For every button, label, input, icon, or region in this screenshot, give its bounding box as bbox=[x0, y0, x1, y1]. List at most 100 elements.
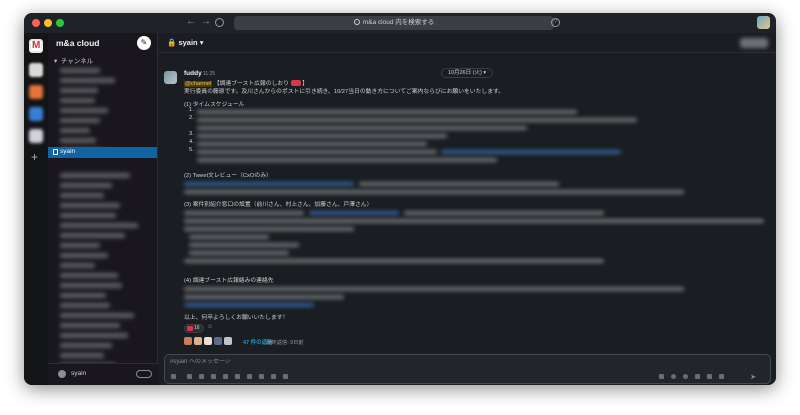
message-timestamp[interactable]: 11:25 bbox=[203, 71, 215, 77]
add-workspace-icon[interactable]: + bbox=[31, 150, 38, 164]
huddle-toggle[interactable] bbox=[136, 370, 152, 378]
channel-item[interactable] bbox=[60, 138, 96, 143]
section-heading: (4) 調達ブースト広報絡みの連絡先 bbox=[184, 278, 274, 284]
blurred-text bbox=[197, 142, 427, 146]
channel-item[interactable] bbox=[60, 313, 134, 318]
blockquote-icon[interactable] bbox=[271, 374, 276, 379]
forward-arrow-icon[interactable]: → bbox=[201, 16, 211, 27]
channel-item[interactable] bbox=[60, 173, 130, 178]
channel-item[interactable] bbox=[60, 233, 125, 238]
shortcuts-icon[interactable] bbox=[171, 374, 176, 379]
channel-item[interactable] bbox=[60, 78, 115, 83]
channel-item[interactable] bbox=[60, 303, 110, 308]
channel-item[interactable] bbox=[60, 253, 108, 258]
message-author[interactable]: fuddy bbox=[184, 70, 202, 77]
microphone-icon[interactable] bbox=[719, 374, 724, 379]
close-window-button[interactable] bbox=[32, 19, 40, 27]
help-icon[interactable]: ? bbox=[551, 18, 560, 27]
workspace-icon[interactable] bbox=[29, 63, 43, 77]
channel-item[interactable] bbox=[60, 343, 112, 348]
workspace-icon-mna-cloud[interactable] bbox=[29, 39, 43, 53]
blurred-link[interactable] bbox=[441, 150, 621, 154]
channel-item[interactable] bbox=[60, 183, 112, 188]
strikethrough-icon[interactable] bbox=[211, 374, 216, 379]
emoji-picker-icon[interactable] bbox=[683, 374, 688, 379]
channels-section-header[interactable]: ▾ チャンネル bbox=[54, 55, 93, 65]
link-icon[interactable] bbox=[235, 374, 240, 379]
blurred-text bbox=[189, 251, 289, 255]
channel-item[interactable] bbox=[60, 353, 104, 358]
channel-item[interactable] bbox=[60, 203, 120, 208]
channel-title[interactable]: 🔒 syain ▾ bbox=[167, 38, 203, 47]
channel-item[interactable] bbox=[60, 223, 138, 228]
text-format-icon[interactable] bbox=[659, 374, 664, 379]
last-reply-time: 最終返信: 9日前 bbox=[266, 340, 304, 346]
participant-avatar bbox=[194, 337, 202, 345]
channel-item[interactable] bbox=[60, 333, 128, 338]
channels-section-label: チャンネル bbox=[60, 58, 94, 65]
channel-item[interactable] bbox=[60, 283, 122, 288]
channel-item[interactable] bbox=[60, 128, 90, 133]
blurred-text bbox=[184, 295, 344, 299]
author-avatar[interactable] bbox=[164, 71, 177, 84]
bold-icon[interactable] bbox=[187, 374, 192, 379]
active-channel-label: syain bbox=[60, 148, 76, 155]
sidebar-item-syain[interactable]: syain bbox=[48, 147, 157, 158]
workspace-rail: + bbox=[24, 33, 48, 385]
search-placeholder: m&a cloud 内を検索する bbox=[362, 19, 435, 26]
italic-icon[interactable] bbox=[199, 374, 204, 379]
channel-item[interactable] bbox=[60, 213, 116, 218]
channel-header: 🔒 syain ▾ bbox=[159, 33, 776, 53]
section-heading: (3) 案件別紹介窓口の設置（前川さん、村上さん、加藤さん、戸澤さん） bbox=[184, 202, 373, 208]
ordered-list-icon[interactable] bbox=[247, 374, 252, 379]
channel-item[interactable] bbox=[60, 273, 118, 278]
channel-item[interactable] bbox=[60, 243, 100, 248]
video-icon[interactable] bbox=[707, 374, 712, 379]
back-arrow-icon[interactable]: ← bbox=[186, 16, 196, 27]
date-divider[interactable]: 10月26日 (火) ▾ bbox=[441, 68, 493, 78]
blurred-text bbox=[359, 182, 559, 186]
participant-avatar bbox=[184, 337, 192, 345]
minimize-window-button[interactable] bbox=[44, 19, 52, 27]
workspace-icon[interactable] bbox=[29, 129, 43, 143]
attach-icon[interactable] bbox=[695, 374, 700, 379]
workspace-icon[interactable] bbox=[29, 85, 43, 99]
message-input[interactable] bbox=[170, 359, 570, 365]
channel-item[interactable] bbox=[60, 98, 95, 103]
blurred-text bbox=[184, 227, 354, 231]
blurred-text bbox=[184, 211, 304, 215]
history-clock-icon[interactable] bbox=[215, 18, 224, 27]
blurred-text bbox=[184, 219, 764, 223]
blurred-link[interactable] bbox=[309, 211, 399, 215]
code-block-icon[interactable] bbox=[283, 374, 288, 379]
search-bar[interactable]: m&a cloud 内を検索する bbox=[234, 16, 554, 30]
user-avatar[interactable] bbox=[757, 16, 770, 29]
workspace-icon[interactable] bbox=[29, 107, 43, 121]
workspace-name[interactable]: m&a cloud bbox=[56, 38, 99, 48]
channel-item[interactable] bbox=[60, 88, 98, 93]
channel-item[interactable] bbox=[60, 193, 104, 198]
add-reaction-icon[interactable]: ☺ bbox=[207, 324, 217, 333]
code-icon[interactable] bbox=[223, 374, 228, 379]
channel-item[interactable] bbox=[60, 118, 100, 123]
channel-item[interactable] bbox=[60, 68, 100, 73]
reaction-pill[interactable]: 16 bbox=[184, 324, 204, 333]
headphones-icon bbox=[58, 370, 66, 378]
member-count-button[interactable] bbox=[740, 38, 768, 48]
date-divider-label: 10月26日 (火) bbox=[447, 70, 482, 76]
sidebar-footer[interactable]: syain bbox=[48, 363, 158, 385]
channel-item[interactable] bbox=[60, 293, 106, 298]
blurred-link[interactable] bbox=[184, 303, 314, 307]
send-icon[interactable]: ➤ bbox=[750, 373, 756, 381]
channel-item[interactable] bbox=[60, 323, 120, 328]
app-window: ← → m&a cloud 内を検索する ? + m&a cloud ✎ ▾ チ… bbox=[24, 13, 776, 385]
mention-icon[interactable] bbox=[671, 374, 676, 379]
list-number: 1. bbox=[189, 107, 194, 113]
blurred-text bbox=[197, 134, 447, 138]
blurred-link[interactable] bbox=[184, 182, 354, 186]
bullet-list-icon[interactable] bbox=[259, 374, 264, 379]
channel-item[interactable] bbox=[60, 108, 108, 113]
compose-icon[interactable]: ✎ bbox=[137, 36, 151, 50]
maximize-window-button[interactable] bbox=[56, 19, 64, 27]
channel-item[interactable] bbox=[60, 263, 95, 268]
